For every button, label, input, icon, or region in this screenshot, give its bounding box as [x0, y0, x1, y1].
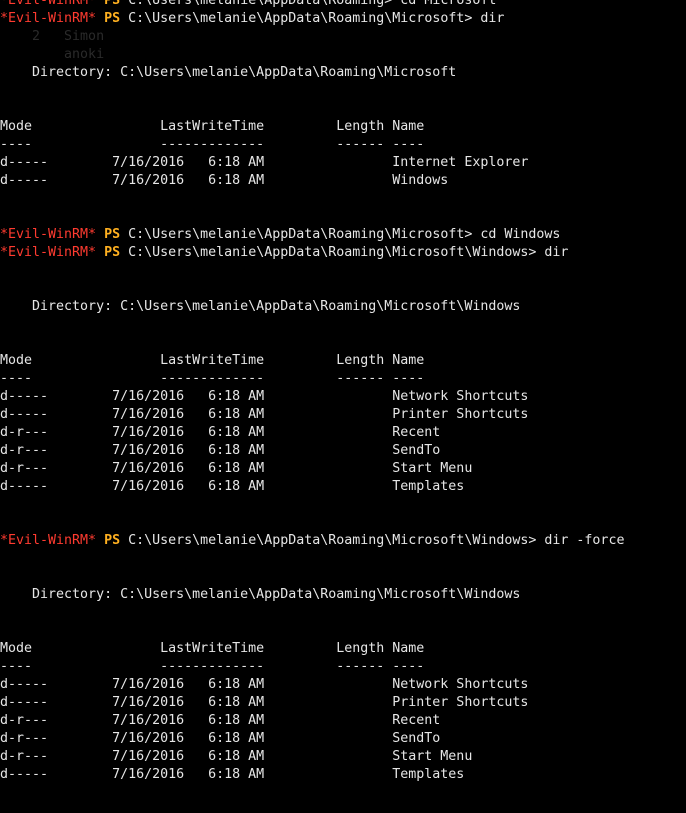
output-line: Directory: C:\Users\melanie\AppData\Roam…: [0, 299, 521, 314]
output-line: d-r--- 7/16/2016 6:18 AM Recent: [0, 713, 441, 728]
output-line: Mode LastWriteTime Length Name: [0, 353, 425, 368]
output-line: ---- ------------- ------ ----: [0, 371, 425, 386]
ps-keyword: PS: [104, 245, 121, 260]
output-line: Directory: C:\Users\melanie\AppData\Roam…: [0, 587, 521, 602]
prompt-line: *Evil-WinRM* PS C:\Users\melanie\AppData…: [0, 10, 686, 28]
output-line: d-r--- 7/16/2016 6:18 AM Start Menu: [0, 461, 473, 476]
output-line: d----- 7/16/2016 6:18 AM Network Shortcu…: [0, 677, 529, 692]
output-line: d----- 7/16/2016 6:18 AM Printer Shortcu…: [0, 695, 529, 710]
output-line: d-r--- 7/16/2016 6:18 AM SendTo: [0, 443, 441, 458]
output-line: d-r--- 7/16/2016 6:18 AM Recent: [0, 425, 441, 440]
output-line: Mode LastWriteTime Length Name: [0, 641, 425, 656]
prompt-line: *Evil-WinRM* PS C:\Users\melanie\AppData…: [0, 226, 686, 244]
output-line: d----- 7/16/2016 6:18 AM Templates: [0, 767, 465, 782]
prompt-label: *Evil-WinRM*: [0, 11, 97, 26]
command-text: C:\Users\melanie\AppData\Roaming\Microso…: [120, 227, 561, 242]
ghost-text-line: 2 Simon: [0, 29, 105, 44]
output-line: d----- 7/16/2016 6:18 AM Network Shortcu…: [0, 389, 529, 404]
output-line: ---- ------------- ------ ----: [0, 137, 425, 152]
output-line: d----- 7/16/2016 6:18 AM Printer Shortcu…: [0, 407, 529, 422]
prompt-line: *Evil-WinRM* PS C:\Users\melanie\AppData…: [0, 0, 686, 10]
output-line: ---- ------------- ------ ----: [0, 659, 425, 674]
prompt-line: *Evil-WinRM* PS C:\Users\melanie\AppData…: [0, 532, 686, 550]
output-line: d-r--- 7/16/2016 6:18 AM Start Menu: [0, 749, 473, 764]
command-text: C:\Users\melanie\AppData\Roaming\Microso…: [120, 533, 625, 548]
ps-keyword: PS: [104, 533, 121, 548]
prompt-label: *Evil-WinRM*: [0, 533, 97, 548]
output-line: d-r--- 7/16/2016 6:18 AM SendTo: [0, 731, 441, 746]
ps-keyword: PS: [104, 11, 121, 26]
ghost-text-line: anoki: [0, 47, 105, 62]
prompt-label: *Evil-WinRM*: [0, 227, 97, 242]
command-text: C:\Users\melanie\AppData\Roaming> cd Mic…: [120, 0, 497, 8]
prompt-line: *Evil-WinRM* PS C:\Users\melanie\AppData…: [0, 244, 686, 262]
ps-keyword: PS: [104, 227, 121, 242]
terminal-window[interactable]: *Evil-WinRM* PS C:\Users\melanie\AppData…: [0, 0, 686, 802]
command-text: C:\Users\melanie\AppData\Roaming\Microso…: [120, 11, 505, 26]
prompt-label: *Evil-WinRM*: [0, 0, 97, 8]
prompt-label: *Evil-WinRM*: [0, 245, 97, 260]
output-line: d----- 7/16/2016 6:18 AM Internet Explor…: [0, 155, 529, 170]
ps-keyword: PS: [104, 0, 121, 8]
output-line: Directory: C:\Users\melanie\AppData\Roam…: [0, 65, 457, 80]
output-line: d----- 7/16/2016 6:18 AM Templates: [0, 479, 465, 494]
command-text: C:\Users\melanie\AppData\Roaming\Microso…: [120, 245, 569, 260]
output-line: Mode LastWriteTime Length Name: [0, 119, 425, 134]
output-line: d----- 7/16/2016 6:18 AM Windows: [0, 173, 449, 188]
